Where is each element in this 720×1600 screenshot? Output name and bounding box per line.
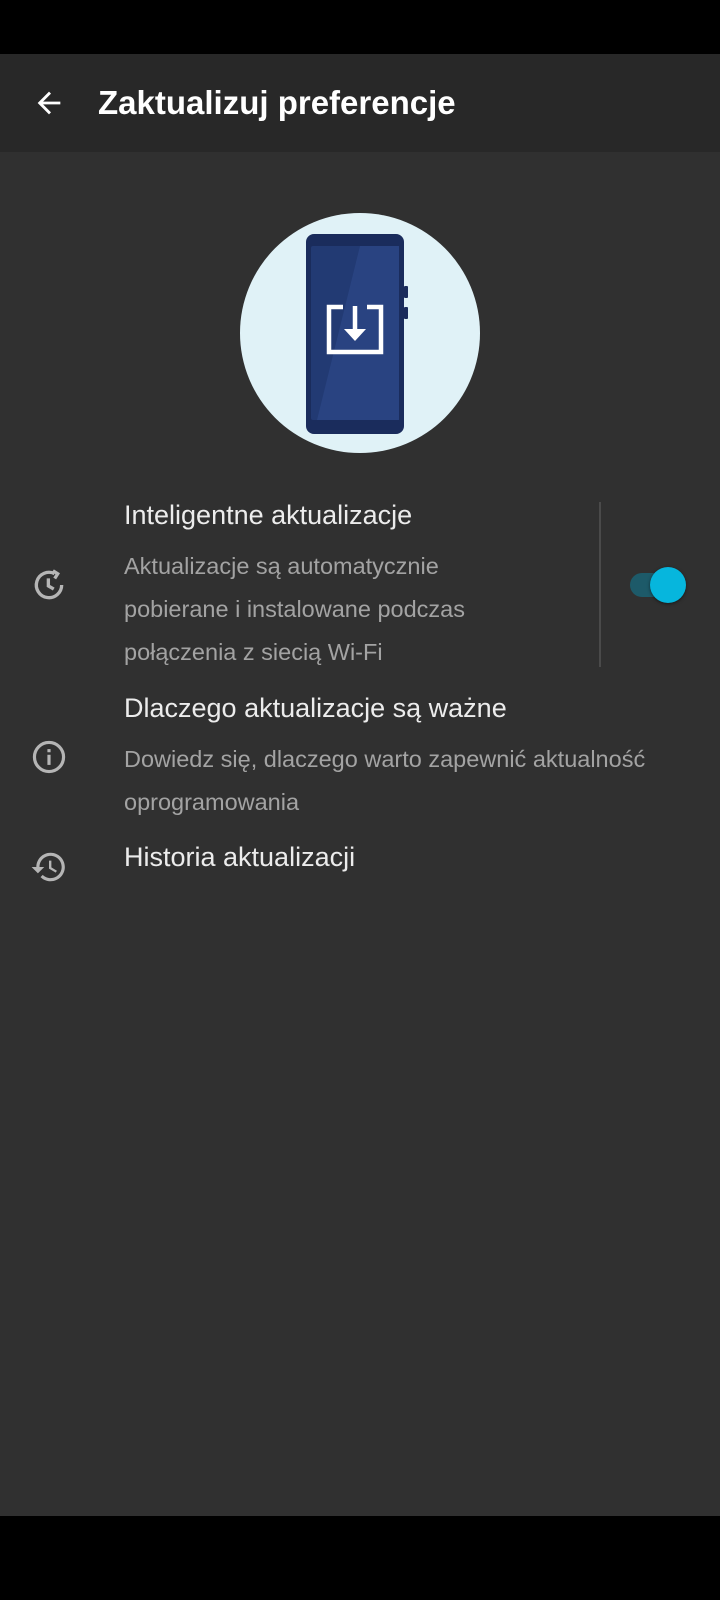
smart-updates-row[interactable]: Inteligentne aktualizacje Aktualizacje s…	[0, 500, 720, 670]
phone-download-illustration	[240, 213, 480, 453]
smart-updates-title: Inteligentne aktualizacje	[124, 500, 413, 530]
smart-update-clock-icon	[30, 566, 68, 604]
divider	[599, 502, 601, 667]
why-updates-summary: Dowiedz się, dlaczego warto zapewnić akt…	[124, 738, 645, 824]
why-updates-title: Dlaczego aktualizacje są ważne	[124, 693, 507, 723]
info-icon	[30, 738, 68, 776]
back-button[interactable]	[22, 76, 76, 130]
app-bar: Zaktualizuj preferencje	[0, 54, 720, 152]
summary-line: Dowiedz się, dlaczego warto zapewnić akt…	[124, 746, 646, 772]
why-updates-row[interactable]: Dlaczego aktualizacje są ważne Dowiedz s…	[0, 693, 720, 823]
update-history-row[interactable]: Historia aktualizacji	[0, 842, 720, 892]
history-icon	[30, 848, 68, 886]
navigation-bar	[0, 1516, 720, 1600]
summary-line: Aktualizacje są automatycznie	[124, 553, 439, 579]
page-title: Zaktualizuj preferencje	[98, 84, 456, 121]
update-preferences-screen: Zaktualizuj preferencje Inteligentne akt…	[0, 0, 720, 1600]
smart-updates-summary: Aktualizacje są automatycznie pobierane …	[124, 545, 465, 674]
summary-line: oprogramowania	[124, 789, 300, 815]
status-bar	[0, 0, 720, 54]
arrow-back-icon	[37, 91, 61, 115]
smart-updates-toggle[interactable]	[628, 567, 688, 603]
toggle-thumb	[650, 567, 686, 603]
update-history-title: Historia aktualizacji	[124, 842, 356, 872]
summary-line: pobierane i instalowane podczas	[124, 596, 465, 622]
summary-line: połączenia z siecią Wi-Fi	[124, 639, 383, 665]
